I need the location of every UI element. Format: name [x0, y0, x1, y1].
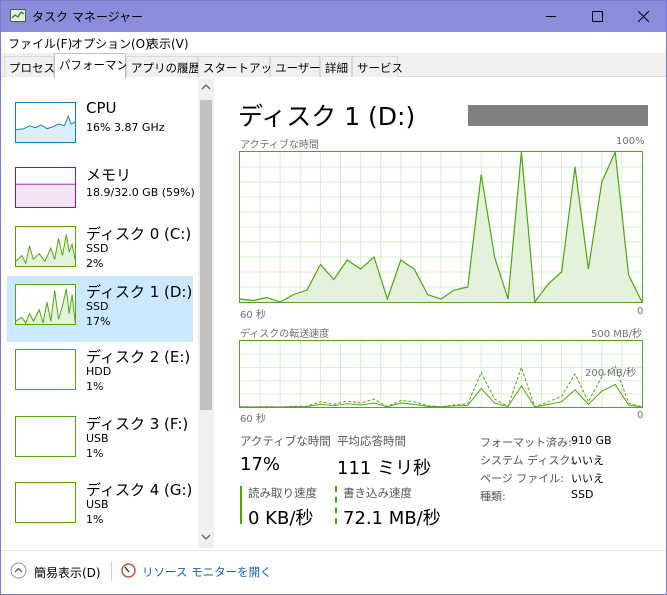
device-type: SSD — [86, 242, 109, 255]
device-detail: 16% 3.87 GHz — [86, 121, 165, 134]
close-icon — [637, 11, 649, 22]
menu-options[interactable]: オプション(O) — [71, 35, 150, 52]
device-list-scrollbar[interactable] — [198, 78, 214, 548]
prop-formatted-value: 910 GB — [571, 434, 612, 447]
menu-file[interactable]: ファイル(F) — [8, 35, 72, 52]
device-item-disk-2[interactable]: ディスク 2 (E:) HDD 1% — [7, 341, 193, 407]
graph2-x-right: 0 — [637, 410, 644, 421]
write-speed-indicator — [335, 486, 337, 524]
device-item-cpu[interactable]: CPU 16% 3.87 GHz — [7, 94, 193, 160]
minimize-icon — [545, 16, 556, 17]
collapse-chevron-icon[interactable] — [10, 562, 27, 579]
tab-processes[interactable]: プロセス — [4, 56, 55, 77]
device-usage: 1% — [86, 513, 104, 526]
minimize-button[interactable] — [528, 1, 574, 32]
footer-bar: 簡易表示(D) リソース モニターを開く — [1, 550, 666, 594]
device-item-disk-3[interactable]: ディスク 3 (F:) USB 1% — [7, 408, 193, 474]
device-name: ディスク 3 (F:) — [86, 415, 189, 433]
resource-monitor-icon — [121, 563, 136, 578]
tab-users[interactable]: ユーザー — [270, 56, 321, 77]
device-item-disk-0[interactable]: ディスク 0 (C:) SSD 2% — [7, 218, 193, 284]
active-time-value: 17% — [240, 454, 281, 475]
memory-thumbnail-graph — [15, 167, 76, 208]
transfer-rate-graph — [239, 340, 643, 408]
tab-services[interactable]: サービス — [352, 56, 403, 77]
disk-2-thumbnail-graph — [15, 349, 76, 390]
device-list: CPU 16% 3.87 GHz メモリ 18.9/32.0 GB (59%) … — [1, 78, 217, 548]
device-type: SSD — [86, 300, 109, 313]
response-time-label: 平均応答時間 — [337, 434, 406, 448]
window-title: タスク マネージャー — [32, 10, 143, 24]
device-usage: 1% — [86, 380, 104, 393]
graph2-x-left: 60 秒 — [240, 414, 266, 425]
device-item-disk-1[interactable]: ディスク 1 (D:) SSD 17% — [7, 276, 193, 342]
device-item-disk-4[interactable]: ディスク 4 (G:) USB 1% — [7, 474, 193, 540]
scroll-up-icon[interactable] — [201, 83, 211, 91]
graph1-x-left: 60 秒 — [240, 310, 266, 321]
device-name: ディスク 1 (D:) — [86, 283, 193, 301]
device-usage: 2% — [86, 257, 104, 270]
read-speed-value: 0 KB/秒 — [248, 508, 314, 529]
menu-bar: ファイル(F) オプション(O) 表示(V) — [1, 32, 666, 53]
maximize-button[interactable] — [574, 1, 620, 32]
prop-page-file-value: いいえ — [571, 472, 604, 485]
prop-formatted-key: フォーマット済み: — [480, 436, 572, 449]
active-time-label: アクティブな時間 — [240, 434, 331, 448]
open-resource-monitor-link[interactable]: リソース モニターを開く — [142, 564, 272, 580]
disk-0-thumbnail-graph — [15, 226, 76, 267]
tab-startup[interactable]: スタートアップ — [198, 56, 284, 77]
graph2-max-label: 500 MB/秒 — [591, 329, 643, 340]
device-name: CPU — [86, 99, 117, 117]
device-type: USB — [86, 498, 109, 511]
device-name: ディスク 4 (G:) — [86, 481, 193, 499]
active-time-graph — [239, 151, 643, 303]
tab-performance[interactable]: パフォーマンス — [54, 53, 139, 78]
disk-model-redacted — [468, 105, 648, 126]
device-name: メモリ — [86, 166, 132, 184]
disk-detail-pane: ディスク 1 (D:) アクティブな時間 100% 60 秒 0 ディスクの転送… — [217, 78, 666, 548]
graph1-label: アクティブな時間 — [240, 140, 319, 151]
menu-view[interactable]: 表示(V) — [147, 35, 189, 52]
graph2-label: ディスクの転送速度 — [240, 329, 330, 340]
write-speed-value: 72.1 MB/秒 — [343, 508, 441, 529]
tab-details[interactable]: 詳細 — [320, 56, 352, 77]
scroll-down-icon[interactable] — [201, 533, 211, 541]
device-usage: 17% — [86, 315, 111, 328]
prop-type-value: SSD — [571, 488, 594, 501]
graph1-x-right: 0 — [637, 306, 644, 317]
fewer-details-link[interactable]: 簡易表示(D) — [34, 564, 101, 581]
read-speed-label: 読み取り速度 — [248, 486, 317, 500]
device-usage: 1% — [86, 447, 104, 460]
graph2-mid-label: 200 MB/秒 — [585, 368, 637, 379]
cpu-thumbnail-graph — [15, 102, 76, 143]
disk-3-thumbnail-graph — [15, 416, 76, 457]
scrollbar-thumb[interactable] — [200, 100, 212, 410]
device-name: ディスク 2 (E:) — [86, 348, 191, 366]
device-type: HDD — [86, 365, 112, 378]
prop-system-disk-value: いいえ — [571, 454, 604, 467]
write-speed-label: 書き込み速度 — [343, 486, 412, 500]
tab-bar: プロセス パフォーマンス アプリの履歴 スタートアップ ユーザー 詳細 サービス — [1, 53, 666, 78]
disk-4-thumbnail-graph — [15, 482, 76, 523]
tab-app-history[interactable]: アプリの履歴 — [126, 56, 200, 77]
close-button[interactable] — [620, 1, 666, 32]
task-manager-window: タスク マネージャー ファイル(F) オプション(O) 表示(V) プロセス パ… — [0, 0, 667, 595]
prop-page-file-key: ページ ファイル: — [480, 472, 564, 485]
device-name: ディスク 0 (C:) — [86, 225, 192, 243]
disk-1-thumbnail-graph — [15, 284, 76, 325]
device-item-memory[interactable]: メモリ 18.9/32.0 GB (59%) — [7, 159, 195, 225]
device-detail: 18.9/32.0 GB (59%) — [86, 186, 195, 199]
prop-system-disk-key: システム ディスク: — [480, 454, 575, 467]
maximize-icon — [591, 11, 603, 22]
title-bar: タスク マネージャー — [1, 1, 666, 32]
footer-divider — [111, 561, 112, 581]
graph1-max-label: 100% — [616, 136, 645, 147]
response-time-value: 111 ミリ秒 — [337, 458, 432, 479]
read-speed-indicator — [240, 486, 242, 524]
device-type: USB — [86, 432, 109, 445]
task-manager-icon — [10, 9, 26, 22]
prop-type-key: 種類: — [480, 490, 506, 503]
page-title: ディスク 1 (D:) — [238, 102, 416, 131]
